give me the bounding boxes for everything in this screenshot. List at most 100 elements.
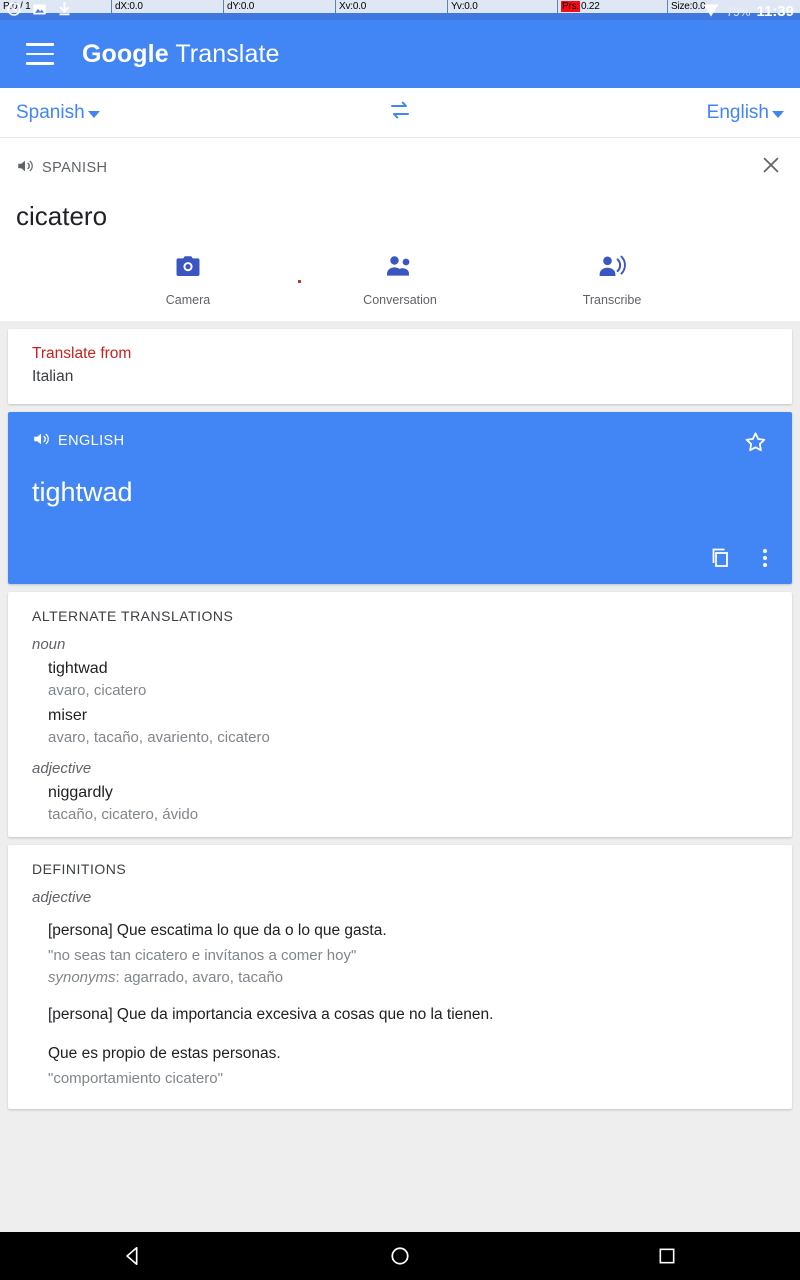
status-clock: 11:39 [756,3,794,20]
source-header: SPANISH [16,152,784,183]
back-triangle-icon[interactable] [73,1245,193,1267]
status-left-icons [6,1,72,17]
debug-label-xv: Xv: [339,1,353,12]
wifi-icon [702,0,720,20]
definition-sense: [persona] Que da importancia excesiva a … [8,1004,792,1026]
debug-field-yv: Yv: 0.0 [448,0,558,13]
alt-term: niggardly [48,784,113,801]
conversation-icon [385,254,415,283]
app-bar: Google Translate [0,20,800,88]
debug-value-prs: 0.22 [580,1,600,12]
debug-value-yv: 0.0 [464,1,478,12]
star-outline-icon[interactable] [743,430,768,455]
alternate-translations-card: ALTERNATE TRANSLATIONS noun tightwad ava… [8,592,792,837]
scroll-filler [0,1117,800,1247]
alt-entry[interactable]: miser avaro, tacaño, avariento, cicatero [8,707,792,746]
alt-group-noun: noun tightwad avaro, cicatero miser avar… [8,636,792,746]
synonyms-colon: : [115,968,124,986]
debug-label-dy: dY: [227,1,241,12]
app-title: Google Translate [82,40,280,69]
definitions-title: DEFINITIONS [32,861,127,877]
translation-actions [32,546,768,570]
quick-actions: Camera Conversation Transcribe [0,242,800,321]
clock-icon [6,1,22,17]
download-icon [57,1,72,17]
action-conversation-label: Conversation [363,293,437,307]
translate-from-value: Italian [32,368,74,385]
battery-percent: 79% [726,4,751,19]
speaker-icon[interactable] [16,157,34,179]
source-language-selector[interactable]: Spanish [16,102,100,124]
debug-field-dy: dY: 0.0 [224,0,336,13]
translate-from-card[interactable]: Translate from Italian [8,329,792,404]
source-panel: SPANISH cicatero [0,138,800,242]
target-language-selector[interactable]: English [707,102,784,124]
alt-back-translations: tacaño, cicatero, ávido [48,806,199,823]
speaker-icon[interactable] [32,430,50,452]
synonyms-label: synonyms [48,968,116,986]
definition-text: [persona] Que da importancia excesiva a … [48,1005,494,1023]
hamburger-menu-icon[interactable] [26,43,54,65]
definitions-card: DEFINITIONS adjective [persona] Que esca… [8,845,792,1110]
translation-card: ENGLISH tightwad [8,412,792,584]
definition-text: [persona] Que escatima lo que da o lo qu… [48,922,387,939]
alt-group-adjective: adjective niggardly tacaño, cicatero, áv… [8,760,792,823]
debug-field-dx: dX: 0.0 [112,0,224,13]
alt-entry[interactable]: tightwad avaro, cicatero [8,660,792,699]
translation-header: ENGLISH [32,430,768,455]
status-bar: P: 0 / 1 dX: 0.0 dY: 0.0 Xv: 0.0 Yv: 0.0 Prs:… [0,0,800,20]
debug-label-prs: Prs: [561,1,580,12]
debug-label-dx: dX: [115,1,130,12]
target-language-label: English [706,101,769,123]
status-right-group: 79% 11:39 [702,0,794,20]
definition-text: Que es propio de estas personas. [48,1045,281,1063]
alt-pos-label: noun [32,636,66,653]
alt-term: miser [48,707,88,724]
close-icon[interactable] [758,152,784,183]
debug-value-dx: 0.0 [129,1,143,12]
alt-back-translations: avaro, cicatero [48,682,147,699]
action-conversation[interactable]: Conversation [350,254,450,307]
definition-synonyms: synonyms: agarrado, avaro, tacaño [48,969,768,986]
source-language-row: SPANISH [16,157,107,179]
action-camera[interactable]: Camera [138,254,238,307]
source-language-label: Spanish [16,101,85,123]
action-camera-label: Camera [165,293,211,307]
brand-google: Google [82,39,169,68]
debug-value-dy: 0.0 [240,1,255,12]
more-vertical-icon[interactable] [762,546,768,570]
debug-field-pressure: Prs: 0.22 [558,0,668,13]
translate-from-title: Translate from [32,345,132,362]
synonyms-values: agarrado, avaro, tacaño [123,968,284,986]
android-nav-bar [0,1232,800,1280]
image-icon [32,2,47,17]
transcribe-icon [598,254,626,283]
phone-screen: P: 0 / 1 dX: 0.0 dY: 0.0 Xv: 0.0 Yv: 0.0 Prs:… [0,0,800,1280]
alt-term: tightwad [48,660,108,677]
definition-pos-label: adjective [32,889,92,906]
translation-text: tightwad [32,477,133,507]
definition-example: "comportamiento cicatero" [48,1070,223,1088]
debug-label-size: Size: [671,1,693,12]
chevron-down-icon [772,110,784,118]
home-circle-icon[interactable] [340,1245,460,1267]
alt-entry[interactable]: niggardly tacaño, cicatero, ávido [8,784,792,823]
translation-language-row: ENGLISH [32,430,124,452]
source-text[interactable]: cicatero [16,201,784,232]
definition-sense: [persona] Que escatima lo que da o lo qu… [8,920,792,986]
definition-sense: Que es propio de estas personas. "compor… [8,1043,792,1087]
swap-languages-icon[interactable] [387,100,413,125]
action-transcribe[interactable]: Transcribe [562,254,662,307]
definition-example: "no seas tan cicatero e invítanos a come… [48,946,357,964]
camera-icon [175,254,201,283]
source-language-name: SPANISH [42,159,108,176]
alt-back-translations: avaro, tacaño, avariento, cicatero [48,729,270,746]
translate-from-content: Translate from Italian [8,329,792,404]
chevron-down-icon [87,110,100,118]
recents-square-icon[interactable] [607,1246,727,1266]
copy-icon[interactable] [708,546,732,570]
brand-translate: Translate [175,39,280,68]
translation-language-name: ENGLISH [58,433,125,449]
language-bar: Spanish English [0,88,800,138]
debug-value-xv: 0.0 [352,1,367,12]
